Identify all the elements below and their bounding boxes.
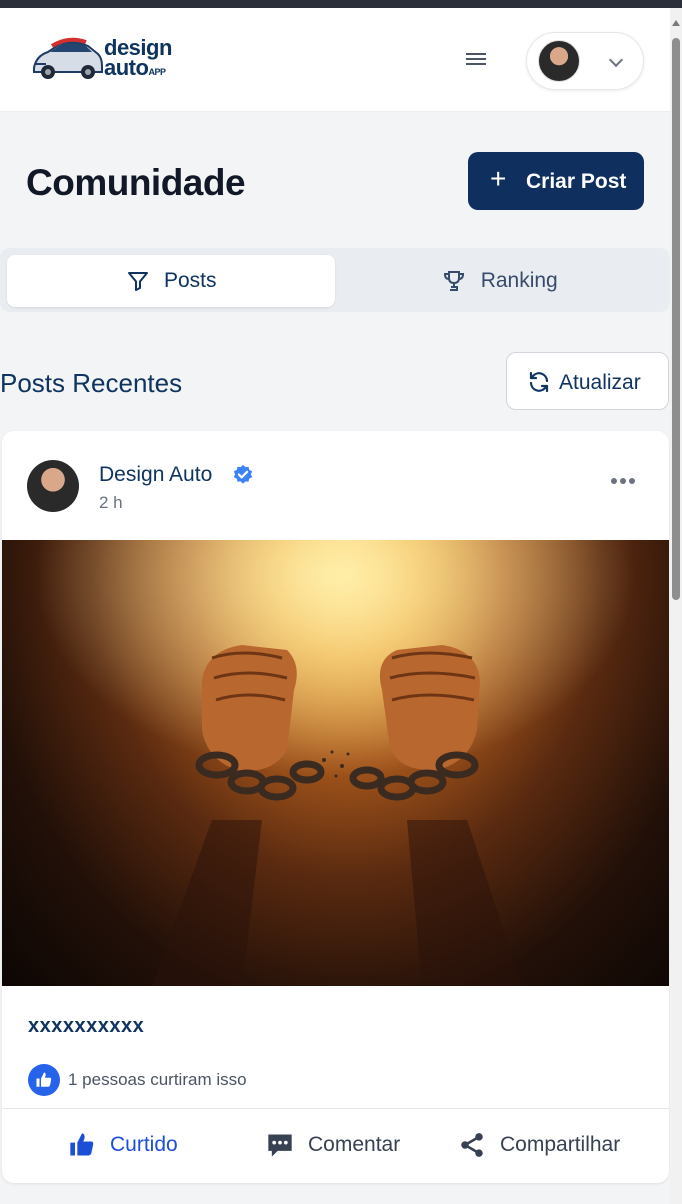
tab-posts[interactable]: Posts <box>7 255 335 307</box>
filter-icon <box>127 272 148 291</box>
comment-button[interactable]: Comentar <box>266 1123 416 1167</box>
user-menu-button[interactable] <box>526 32 644 90</box>
like-button[interactable]: Curtido <box>68 1123 198 1167</box>
scrollbar-thumb[interactable] <box>672 38 680 600</box>
app-header: design autoAPP <box>0 8 670 112</box>
share-label: Compartilhar <box>500 1133 621 1156</box>
likes-summary[interactable]: 1 pessoas curtiram isso <box>68 1070 247 1090</box>
share-icon <box>461 1133 483 1157</box>
comment-icon <box>268 1134 292 1157</box>
author-name[interactable]: Design Auto <box>99 463 212 487</box>
trophy-icon <box>444 271 465 291</box>
tab-ranking-label: Ranking <box>480 269 558 292</box>
browser-top-strip <box>0 0 682 8</box>
tab-bar: Posts Ranking <box>0 248 670 312</box>
post-card: Design Auto 2 h xxxxxxxxxx 1 pessoas cur… <box>2 431 669 1183</box>
refresh-label: Atualizar <box>559 371 641 394</box>
post-time: 2 h <box>99 493 123 512</box>
thumbs-up-icon <box>36 1072 52 1087</box>
design-auto-logo[interactable]: design autoAPP <box>30 34 180 86</box>
logo-app-suffix: APP <box>148 67 166 77</box>
refresh-icon <box>529 371 549 393</box>
verified-badge-icon <box>233 464 253 484</box>
create-post-button[interactable]: + Criar Post <box>468 152 644 210</box>
more-options-icon[interactable] <box>611 471 643 491</box>
section-title: Posts Recentes <box>0 368 183 398</box>
share-button[interactable]: Compartilhar <box>458 1123 638 1167</box>
page-title: Comunidade <box>26 162 246 203</box>
logo-word-auto: auto <box>104 55 149 80</box>
post-caption: xxxxxxxxxx <box>28 1015 145 1037</box>
plus-icon: + <box>490 163 507 194</box>
divider <box>2 1108 669 1109</box>
post-image[interactable] <box>2 540 669 986</box>
tab-posts-label: Posts <box>163 269 217 292</box>
comment-label: Comentar <box>308 1133 401 1156</box>
car-logo-icon <box>33 37 103 79</box>
thumbs-up-icon <box>70 1133 94 1156</box>
like-count-badge <box>28 1064 60 1096</box>
menu-icon[interactable] <box>462 50 490 74</box>
logo-wordmark: design autoAPP <box>104 37 172 82</box>
tab-ranking[interactable]: Ranking <box>336 255 664 307</box>
refresh-button[interactable]: Atualizar <box>506 352 669 410</box>
author-avatar[interactable] <box>27 460 79 512</box>
create-post-label: Criar Post <box>526 170 627 193</box>
like-label: Curtido <box>110 1133 178 1156</box>
chevron-down-icon <box>608 52 624 68</box>
scroll-up-arrow-icon[interactable] <box>672 20 680 26</box>
user-avatar <box>538 40 580 82</box>
broken-chains-illustration <box>2 540 669 986</box>
